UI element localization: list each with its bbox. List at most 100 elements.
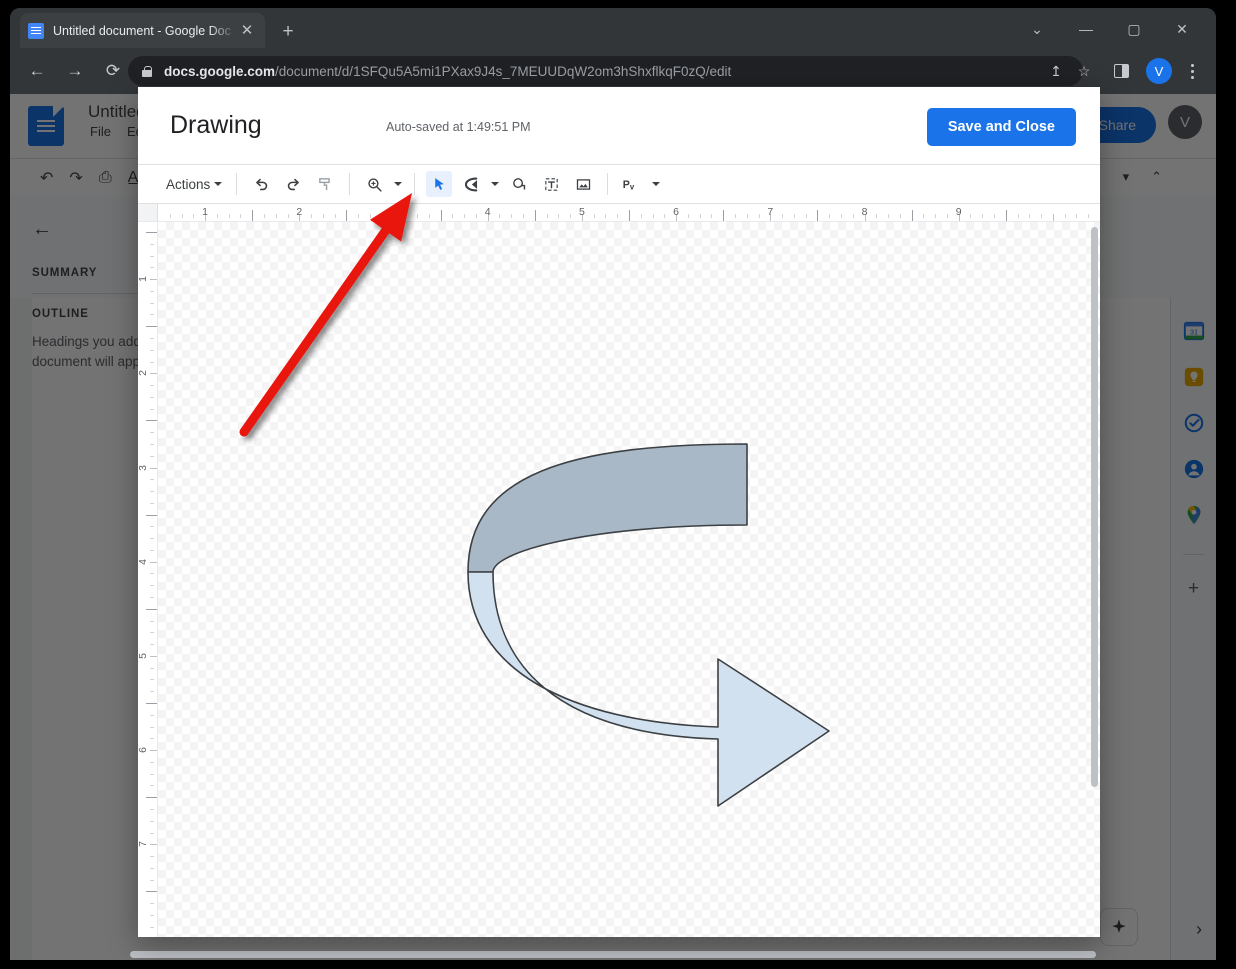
ruler-tick [150, 750, 157, 752]
ruler-tick [1064, 214, 1066, 218]
ruler-tick [711, 214, 713, 218]
text-box-tool-button[interactable] [538, 171, 564, 197]
ruler-tick [652, 214, 654, 218]
ruler-tick [334, 214, 336, 218]
ruler-tick [150, 644, 154, 646]
ruler-tick [1005, 210, 1007, 221]
back-icon[interactable]: ← [22, 56, 52, 86]
horizontal-scrollbar[interactable] [130, 951, 1096, 958]
close-icon[interactable]: ✕ [237, 21, 257, 41]
dialog-scrollbar[interactable] [1091, 227, 1098, 787]
ruler-tick [240, 214, 242, 218]
ruler-label: 8 [861, 206, 868, 218]
ruler-tick [699, 214, 701, 218]
word-art-tool-button[interactable]: Pv [619, 171, 645, 197]
ruler-label: 7 [138, 841, 149, 848]
maximize-icon[interactable]: ▢ [1114, 14, 1154, 44]
ruler-tick [1088, 214, 1090, 218]
ruler-tick [146, 703, 157, 704]
ruler-tick [150, 714, 154, 716]
curved-right-arrow-shape[interactable] [158, 222, 1100, 937]
ruler-tick [381, 214, 383, 218]
ruler-tick [150, 679, 154, 681]
ruler-tick [150, 620, 154, 622]
autosave-status: Auto-saved at 1:49:51 PM [386, 120, 531, 134]
svg-text:v: v [630, 182, 635, 191]
chevron-down-icon[interactable]: ⌄ [1017, 14, 1057, 44]
ruler-tick [923, 214, 925, 218]
ruler-tick [970, 214, 972, 218]
zoom-button[interactable] [361, 171, 387, 197]
ruler-tick [146, 326, 157, 328]
paint-format-button[interactable] [312, 171, 338, 197]
ruler-label: 7 [767, 206, 774, 218]
word-art-dropdown-caret[interactable] [648, 171, 664, 197]
ruler-tick [793, 214, 795, 218]
svg-text:P: P [623, 179, 630, 191]
ruler-tick [322, 214, 324, 218]
browser-menu-icon[interactable] [1180, 58, 1204, 84]
ruler-tick [150, 879, 154, 881]
ruler-tick [150, 502, 154, 504]
ruler-tick [150, 573, 154, 575]
new-tab-button[interactable]: + [275, 19, 301, 45]
ruler-tick [150, 408, 154, 410]
horizontal-ruler[interactable]: 1 2 3 4 5 6 7 8 9 [138, 204, 1100, 222]
ruler-tick [150, 820, 154, 822]
save-and-close-button[interactable]: Save and Close [926, 108, 1076, 146]
ruler-tick [150, 867, 154, 869]
ruler-tick [782, 214, 784, 218]
line-tool-button[interactable] [458, 171, 484, 197]
ruler-label: 9 [955, 206, 962, 218]
ruler-tick [150, 926, 154, 928]
ruler-tick [605, 214, 607, 218]
ruler-tick [146, 514, 157, 516]
forward-icon[interactable]: → [60, 56, 90, 86]
ruler-tick [150, 255, 154, 257]
reload-icon[interactable]: ⟳ [98, 56, 128, 86]
ruler-label: 3 [138, 464, 149, 471]
redo-button[interactable] [280, 171, 306, 197]
ruler-tick [150, 785, 154, 787]
minimize-icon[interactable]: — [1066, 14, 1106, 44]
ruler-tick [911, 210, 913, 221]
url-bar[interactable]: docs.google.com/document/d/1SFQu5A5mi1PX… [128, 56, 1083, 86]
ruler-label: 4 [484, 206, 491, 218]
actions-menu-button[interactable]: Actions [160, 173, 228, 196]
ruler-tick [546, 214, 548, 218]
ruler-label: 2 [296, 206, 303, 218]
ruler-tick [405, 214, 407, 218]
shape-tool-button[interactable] [506, 171, 532, 197]
ruler-label: 2 [138, 370, 149, 377]
ruler-label: 6 [138, 747, 149, 754]
share-icon[interactable]: ↥ [1043, 58, 1069, 84]
ruler-tick [150, 549, 154, 551]
ruler-tick [150, 738, 154, 740]
ruler-tick [150, 808, 154, 810]
ruler-tick [817, 210, 819, 221]
vertical-ruler[interactable]: 1 2 3 4 5 6 7 [138, 222, 158, 937]
url-text: docs.google.com/document/d/1SFQu5A5mi1PX… [164, 64, 731, 79]
drawing-canvas[interactable] [158, 222, 1100, 937]
ruler-tick [935, 214, 937, 218]
line-dropdown-caret[interactable] [487, 171, 503, 197]
profile-avatar[interactable]: V [1146, 58, 1172, 84]
bookmark-star-icon[interactable]: ☆ [1071, 58, 1097, 84]
undo-button[interactable] [248, 171, 274, 197]
ruler-tick [287, 214, 289, 218]
ruler-tick [734, 214, 736, 218]
ruler-label: 3 [390, 206, 397, 218]
browser-tab[interactable]: Untitled document - Google Doc ✕ [20, 13, 265, 48]
ruler-tick [150, 314, 154, 316]
ruler-tick [150, 761, 154, 763]
window-close-icon[interactable]: ✕ [1162, 14, 1202, 44]
side-panel-icon[interactable] [1108, 58, 1134, 84]
zoom-dropdown-caret[interactable] [390, 171, 406, 197]
image-tool-button[interactable] [570, 171, 596, 197]
ruler-tick [146, 797, 157, 799]
ruler-tick [150, 585, 154, 587]
select-tool-button[interactable] [426, 171, 453, 197]
ruler-tick [946, 214, 948, 218]
ruler-tick [617, 214, 619, 218]
ruler-tick [428, 214, 430, 218]
